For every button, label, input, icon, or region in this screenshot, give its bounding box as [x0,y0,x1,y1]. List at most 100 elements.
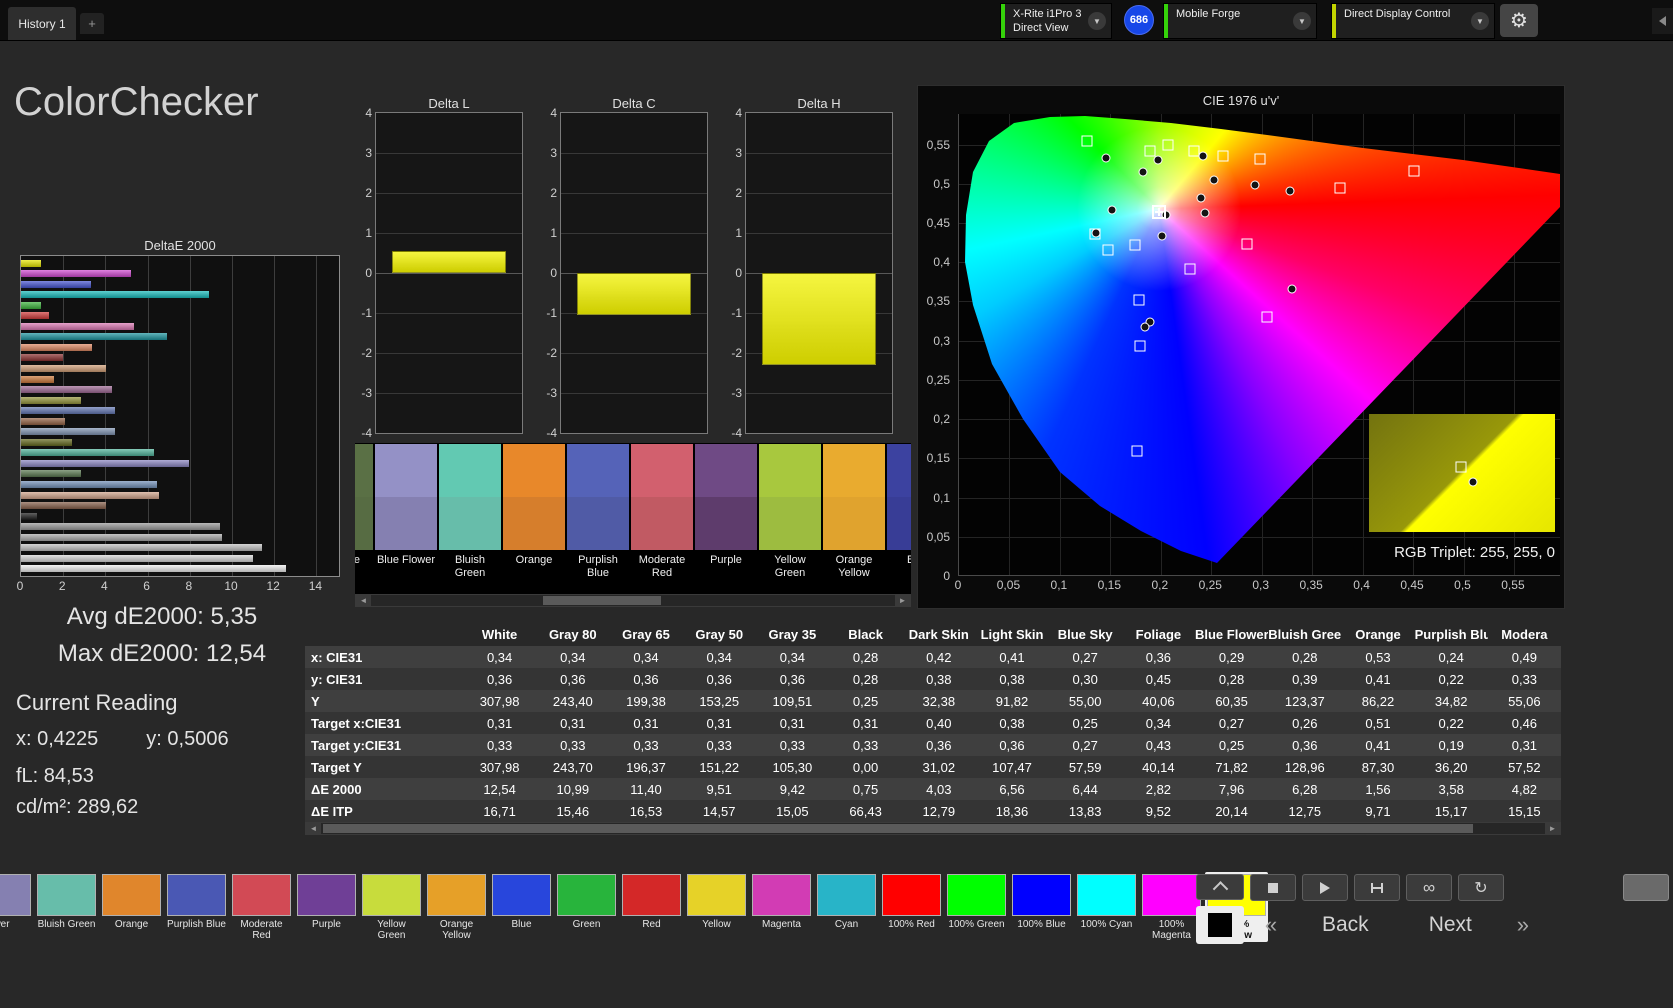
deltae-bar [21,513,37,520]
table-cell: 0,46 [1488,716,1561,731]
table-cell: 15,15 [1488,804,1561,819]
back-button[interactable]: Back [1292,913,1399,937]
chevron-down-icon[interactable]: ▼ [1471,12,1489,30]
table-column-header: Dark Skin [902,627,975,642]
y-tick-label: 4 [735,106,742,120]
swatch-bluish-green[interactable]: Bluish Green [439,444,501,594]
table-cell: 57,52 [1488,760,1561,775]
table-cell: 12,79 [902,804,975,819]
patch-button-orange-yellow[interactable]: Orange Yellow [425,872,488,942]
patch-button-orange[interactable]: Orange [100,872,163,942]
patch-button-purple[interactable]: Purple [295,872,358,942]
swatch-target-color [887,497,911,550]
meter-dropdown-display-control[interactable]: Direct Display Control ▼ [1331,3,1495,39]
patch-button-purplish-blue[interactable]: Purplish Blue [165,872,228,942]
tab-history-1[interactable]: History 1 [8,7,76,40]
meter-dropdown-xrite[interactable]: X-Rite i1Pro 3 Direct View ▼ [1000,3,1112,39]
add-tab-button[interactable]: + [80,13,104,34]
deltae-x-tick-label: 14 [309,579,322,593]
patch-button-blue[interactable]: Blue [490,872,553,942]
table-cell: 0,33 [756,738,829,753]
swatch-label: Yellow Green [759,550,821,579]
measurement-count-badge[interactable]: 686 [1124,5,1154,35]
patch-window-preview[interactable] [1196,906,1244,944]
patch-button-red[interactable]: Red [620,872,683,942]
table-cell: 9,52 [1122,804,1195,819]
panel-toggle-button[interactable] [1623,874,1669,901]
table-cell: 87,30 [1341,760,1414,775]
scroll-right-arrow-icon[interactable]: ► [1545,823,1560,834]
next-button[interactable]: Next [1399,913,1502,937]
table-cell: 0,36 [463,672,536,687]
table-scrollbar[interactable]: ◄ ► [305,822,1561,835]
deltae-bar [21,291,209,298]
gridline [376,393,522,394]
stop-button[interactable] [1250,874,1296,901]
swatch-blue-flower[interactable]: Blue Flower [375,444,437,594]
table-cell: 0,25 [829,694,902,709]
patch-button-100-green[interactable]: 100% Green [945,872,1008,942]
swatch-moderate-red[interactable]: Moderate Red [631,444,693,594]
swatch-strip-scrollbar[interactable]: ◄ ► [355,594,911,607]
patch-button-100-cyan[interactable]: 100% Cyan [1075,872,1138,942]
patch-button-wer[interactable]: wer [0,872,33,942]
patch-button-magenta[interactable]: Magenta [750,872,813,942]
table-cell: 0,34 [463,650,536,665]
cie-measured-marker [1092,229,1101,238]
deltae-bar [21,365,106,372]
scrollbar-thumb[interactable] [543,596,661,605]
collapse-panel-button[interactable] [1652,8,1673,34]
patch-button-100-blue[interactable]: 100% Blue [1010,872,1073,942]
patch-color-swatch [102,874,161,916]
scroll-left-arrow-icon[interactable]: ◄ [306,823,321,834]
patch-button-100-red[interactable]: 100% Red [880,872,943,942]
cie-y-tick-label: 0,5 [933,177,950,191]
play-button[interactable] [1302,874,1348,901]
patch-button-bluish-green[interactable]: Bluish Green [35,872,98,942]
chevron-down-icon[interactable]: ▼ [1088,12,1106,30]
inset-target-marker [1456,462,1467,473]
infinity-button[interactable]: ∞ [1406,874,1452,901]
cie-x-tick-label: 0,3 [1252,578,1269,592]
gear-icon[interactable]: ⚙ [1500,4,1538,37]
patch-color-swatch [817,874,876,916]
table-cell: 13,83 [1049,804,1122,819]
swatch-blue[interactable]: Blue [887,444,911,594]
scroll-right-arrow-icon[interactable]: ► [895,595,910,606]
deltae-x-tick-label: 0 [17,579,24,593]
pattern-button[interactable] [1354,874,1400,901]
meter-dropdown-mobile-forge[interactable]: Mobile Forge ▼ [1163,3,1317,39]
loop-icon: ↻ [1474,878,1487,898]
scrollbar-thumb[interactable] [323,824,1473,833]
swatch-foliage[interactable]: Foliage [355,444,373,594]
patch-button-green[interactable]: Green [555,872,618,942]
swatch-orange-yellow[interactable]: Orange Yellow [823,444,885,594]
next-chevrons-button[interactable]: » [1502,912,1544,938]
scroll-left-arrow-icon[interactable]: ◄ [356,595,371,606]
page-title: ColorChecker [14,80,259,125]
patch-button-yellow[interactable]: Yellow [685,872,748,942]
table-cell: 55,00 [1049,694,1122,709]
patch-button-cyan[interactable]: Cyan [815,872,878,942]
prev-chevrons-button[interactable]: « [1250,912,1292,938]
swatch-orange[interactable]: Orange [503,444,565,594]
deltae-bar [21,354,63,361]
patch-button-yellow-green[interactable]: Yellow Green [360,872,423,942]
deltae-bar-row [21,407,339,414]
cie-target-marker [1132,446,1143,457]
delta-chart-delta-l: Delta L43210-1-2-3-4 [355,96,523,434]
swatch-yellow-green[interactable]: Yellow Green [759,444,821,594]
cie-target-marker [1255,154,1266,165]
swatch-purplish-blue[interactable]: Purplish Blue [567,444,629,594]
loop-button[interactable]: ↻ [1458,874,1504,901]
table-cell: 196,37 [609,760,682,775]
inset-measured-marker [1469,478,1478,487]
deltae-bar-row [21,365,339,372]
chevron-down-icon[interactable]: ▼ [1293,12,1311,30]
patch-button-moderate-red[interactable]: Moderate Red [230,872,293,942]
table-cell: 123,37 [1268,694,1341,709]
cie-y-tick-label: 0,25 [927,373,950,387]
table-cell: 16,53 [609,804,682,819]
swatch-purple[interactable]: Purple [695,444,757,594]
patch-list-up-button[interactable] [1196,874,1244,900]
